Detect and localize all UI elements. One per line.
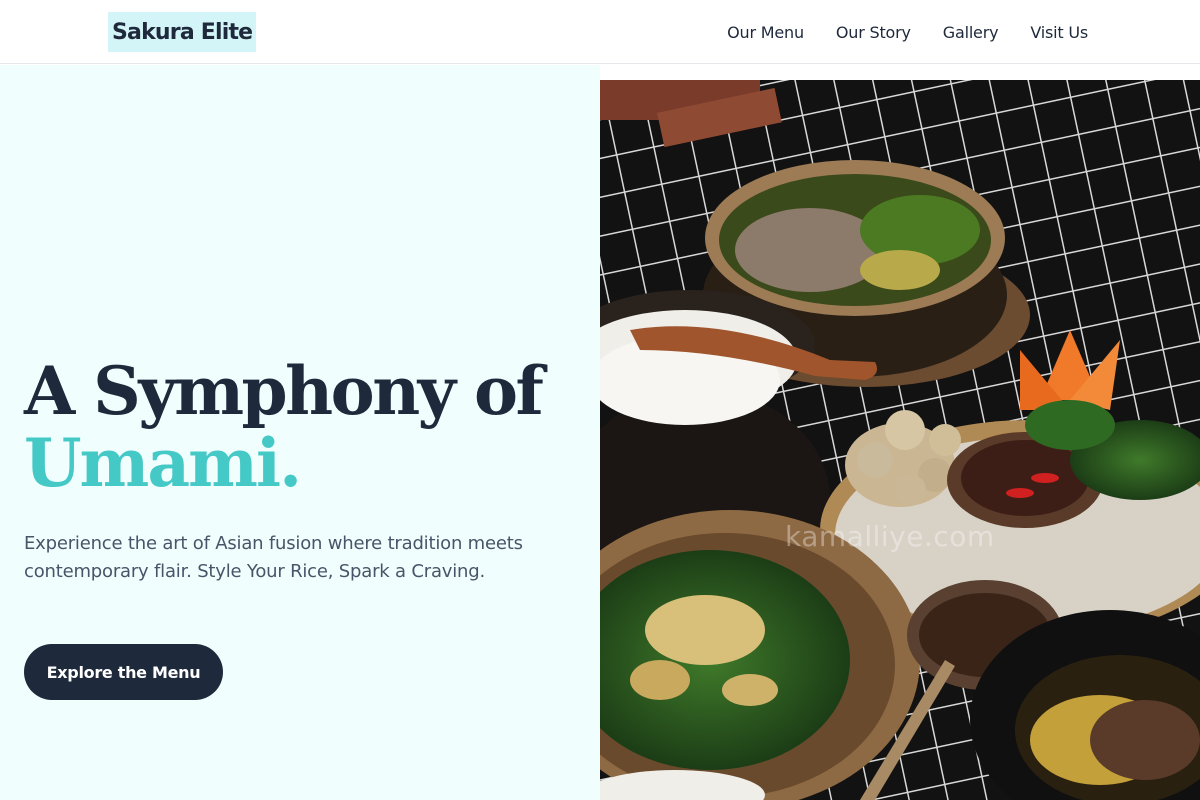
hero-food-image: kamalliye.com [600,80,1200,800]
explore-menu-button[interactable]: Explore the Menu [24,644,223,700]
nav-link-visit-us[interactable]: Visit Us [1030,23,1088,42]
nav-link-our-menu[interactable]: Our Menu [727,23,804,42]
nav-links: Our Menu Our Story Gallery Visit Us [727,0,1088,64]
headline-line-1: A Symphony of [24,352,544,430]
food-photo-illustration [600,80,1200,800]
nav-link-gallery[interactable]: Gallery [943,23,999,42]
headline-line-2-accent: Umami. [24,424,302,502]
image-watermark: kamalliye.com [785,520,995,553]
hero-headline: A Symphony of Umami. [24,355,584,499]
hero-subtext: Experience the art of Asian fusion where… [24,533,523,582]
navbar: Sakura Elite Our Menu Our Story Gallery … [0,0,1200,64]
brand-logo[interactable]: Sakura Elite [108,12,257,52]
nav-link-our-story[interactable]: Our Story [836,23,911,42]
